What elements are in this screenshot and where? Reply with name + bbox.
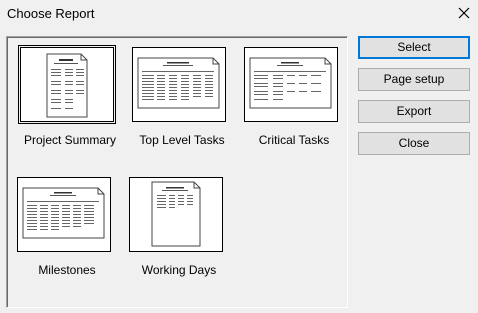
report-label: Critical Tasks bbox=[258, 133, 330, 147]
select-button[interactable]: Select bbox=[358, 36, 470, 59]
report-label: Top Level Tasks bbox=[139, 133, 225, 147]
title-bar: Choose Report bbox=[0, 0, 478, 28]
report-thumbnail-top-level-tasks bbox=[132, 47, 226, 122]
report-project-summary[interactable]: Project Summary bbox=[15, 45, 125, 167]
report-label: Milestones bbox=[38, 263, 96, 277]
report-thumbnail-milestones bbox=[17, 177, 111, 252]
close-button[interactable]: Close bbox=[358, 132, 470, 155]
report-top-level-tasks[interactable]: Top Level Tasks bbox=[127, 47, 237, 167]
report-working-days[interactable]: Working Days bbox=[124, 177, 234, 297]
report-critical-tasks[interactable]: Critical Tasks bbox=[239, 47, 349, 167]
report-thumbnail-project-summary bbox=[18, 45, 116, 124]
page-setup-button[interactable]: Page setup bbox=[358, 68, 470, 91]
export-button[interactable]: Export bbox=[358, 100, 470, 123]
report-thumbnail-critical-tasks bbox=[244, 47, 338, 122]
window-title: Choose Report bbox=[7, 6, 95, 21]
report-milestones[interactable]: Milestones bbox=[12, 177, 122, 297]
report-list: Project Summary Top Level Tasks Critical… bbox=[6, 36, 348, 308]
report-thumbnail-working-days bbox=[129, 177, 223, 252]
report-label: Project Summary bbox=[23, 133, 117, 147]
close-icon[interactable] bbox=[452, 2, 476, 24]
report-label: Working Days bbox=[141, 263, 217, 277]
